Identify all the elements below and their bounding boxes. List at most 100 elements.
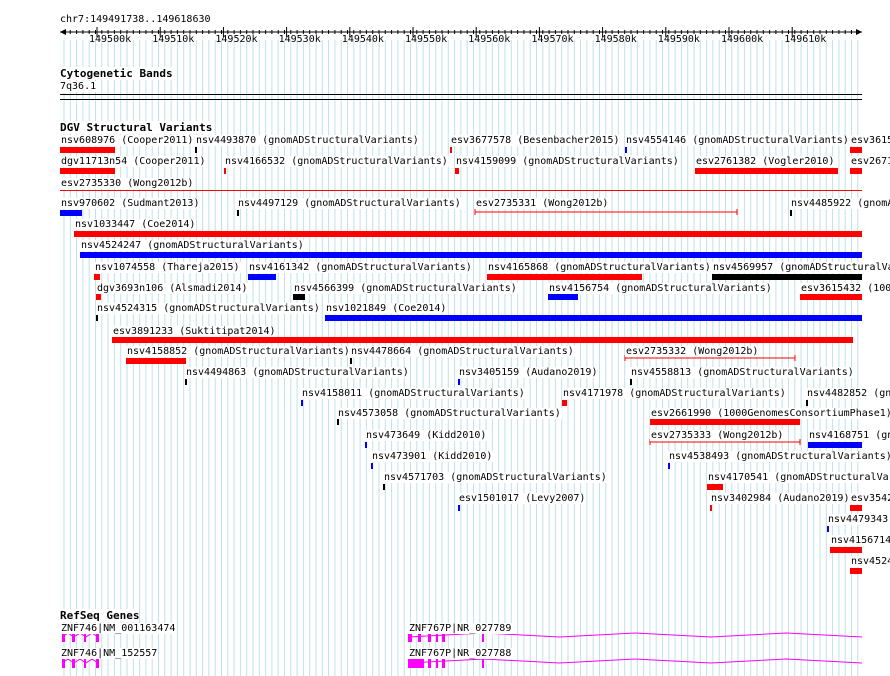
dgv-feature-bar[interactable] (185, 379, 187, 385)
dgv-feature-bar[interactable] (806, 400, 808, 406)
dgv-feature-bar[interactable] (850, 505, 862, 511)
dgv-feature-bar[interactable] (695, 168, 838, 174)
dgv-feature-label[interactable]: nsv3405159 (Audano2019) (458, 367, 599, 378)
dgv-feature-label[interactable]: dgv3693n106 (Alsmadi2014) (96, 283, 249, 294)
refseq-exon[interactable] (428, 659, 431, 668)
dgv-feature-label[interactable]: nsv608976 (Cooper2011) (60, 135, 195, 146)
dgv-feature-label[interactable]: nsv4479343 (827, 514, 890, 525)
refseq-exon[interactable] (436, 633, 438, 642)
dgv-feature-label[interactable]: nsv1033447 (Coe2014) (74, 219, 197, 230)
dgv-feature-label[interactable]: esv2735333 (Wong2012b) (650, 430, 785, 441)
refseq-exon[interactable] (84, 659, 86, 668)
dgv-feature-bar[interactable] (80, 252, 862, 258)
refseq-exon[interactable] (482, 659, 484, 668)
dgv-feature-bar[interactable] (548, 294, 578, 300)
dgv-feature-label[interactable]: esv2735331 (Wong2012b) (475, 198, 610, 209)
dgv-feature-bar[interactable] (94, 274, 100, 280)
dgv-feature-bar[interactable] (710, 505, 712, 511)
dgv-feature-label[interactable]: esv2735330 (Wong2012b) (60, 178, 195, 189)
dgv-feature-label[interactable]: nsv4165868 (gnomADStructuralVariants) (487, 262, 712, 273)
dgv-feature-label[interactable]: nsv4573058 (gnomADStructuralVariants) (337, 408, 562, 419)
dgv-feature-bar[interactable] (830, 547, 862, 553)
dgv-feature-label[interactable]: nsv4168751 (gn (808, 430, 890, 441)
dgv-feature-label[interactable]: esv2735332 (Wong2012b) (625, 346, 760, 357)
dgv-feature-label[interactable]: nsv4170541 (gnomADStructuralVar (707, 472, 890, 483)
dgv-feature-label[interactable]: nsv970602 (Sudmant2013) (60, 198, 201, 209)
refseq-exon[interactable] (482, 633, 484, 642)
dgv-feature-label[interactable]: esv3542 (850, 493, 890, 504)
dgv-feature-bar[interactable] (562, 400, 567, 406)
dgv-feature-bar[interactable] (487, 274, 642, 280)
dgv-feature-label[interactable]: esv3677578 (Besenbacher2015) (450, 135, 621, 146)
dgv-feature-label[interactable]: nsv4158011 (gnomADStructuralVariants) (301, 388, 526, 399)
dgv-feature-bar[interactable] (450, 147, 452, 153)
dgv-feature-bar[interactable] (625, 147, 627, 153)
dgv-feature-bar[interactable] (337, 419, 339, 425)
dgv-feature-label[interactable]: nsv3402984 (Audano2019) (710, 493, 851, 504)
refseq-transcript-label[interactable]: ZNF767P|NR_027788 (408, 648, 513, 659)
refseq-exon[interactable] (72, 633, 75, 642)
dgv-feature-bar[interactable] (60, 210, 82, 216)
dgv-feature-label[interactable]: nsv4569957 (gnomADStructuralVa (712, 262, 890, 273)
dgv-feature-label[interactable]: nsv4161342 (gnomADStructuralVariants) (248, 262, 473, 273)
dgv-feature-bar[interactable] (248, 274, 276, 280)
dgv-feature-label[interactable]: nsv4524 (850, 556, 890, 567)
refseq-exon[interactable] (428, 633, 431, 642)
dgv-feature-label[interactable]: nsv4554146 (gnomADStructuralVariants) (625, 135, 850, 146)
dgv-feature-label[interactable]: nsv4566399 (gnomADStructuralVariants) (293, 283, 518, 294)
dgv-feature-bar[interactable] (707, 484, 723, 490)
dgv-feature-label[interactable]: nsv4482852 (gnomA (806, 388, 890, 399)
dgv-feature-bar[interactable] (850, 147, 862, 153)
refseq-exon[interactable] (62, 633, 65, 642)
refseq-exon[interactable] (408, 659, 424, 668)
refseq-exon[interactable] (84, 633, 86, 642)
dgv-feature-label[interactable]: nsv4166532 (gnomADStructuralVariants) (224, 156, 449, 167)
dgv-feature-bar[interactable] (60, 190, 862, 191)
dgv-feature-bar[interactable] (301, 400, 303, 406)
dgv-feature-label[interactable]: nsv473649 (Kidd2010) (365, 430, 488, 441)
dgv-feature-bar[interactable] (458, 379, 460, 385)
dgv-feature-label[interactable]: nsv1074558 (Thareja2015) (94, 262, 241, 273)
dgv-feature-label[interactable]: nsv4171978 (gnomADStructuralVariants) (562, 388, 787, 399)
dgv-feature-label[interactable]: nsv4156754 (gnomADStructuralVariants) (548, 283, 773, 294)
dgv-feature-bar[interactable] (630, 379, 632, 385)
dgv-feature-bar[interactable] (224, 168, 226, 174)
dgv-feature-bar[interactable] (96, 294, 101, 300)
dgv-feature-label[interactable]: nsv4524247 (gnomADStructuralVariants) (80, 240, 305, 251)
refseq-transcript-label[interactable]: ZNF767P|NR_027789 (408, 623, 513, 634)
refseq-exon[interactable] (408, 633, 412, 642)
refseq-exon[interactable] (62, 659, 65, 668)
dgv-feature-label[interactable]: nsv4478664 (gnomADStructuralVariants) (350, 346, 575, 357)
dgv-feature-label[interactable]: esv3891233 (Suktitipat2014) (112, 326, 277, 337)
dgv-feature-label[interactable]: nsv4156714 (830, 535, 890, 546)
dgv-feature-bar[interactable] (74, 231, 862, 237)
dgv-feature-bar[interactable] (455, 168, 459, 174)
dgv-feature-bar[interactable] (96, 315, 98, 321)
dgv-feature-label[interactable]: dgv11713n54 (Cooper2011) (60, 156, 207, 167)
dgv-feature-label[interactable]: esv3615432 (1000 (800, 283, 890, 294)
refseq-exon[interactable] (442, 659, 445, 668)
dgv-feature-label[interactable]: nsv4571703 (gnomADStructuralVariants) (383, 472, 608, 483)
dgv-feature-bar[interactable] (293, 294, 305, 300)
dgv-feature-label[interactable]: nsv4494863 (gnomADStructuralVariants) (185, 367, 410, 378)
dgv-feature-label[interactable]: nsv1021849 (Coe2014) (325, 303, 448, 314)
dgv-feature-bar[interactable] (350, 358, 352, 364)
dgv-feature-bar[interactable] (371, 463, 373, 469)
dgv-feature-label[interactable]: nsv4485922 (gnomA (790, 198, 890, 209)
dgv-feature-bar[interactable] (808, 442, 862, 448)
dgv-feature-label[interactable]: nsv4524315 (gnomADStructuralVariants) (96, 303, 321, 314)
dgv-feature-label[interactable]: esv2761382 (Vogler2010) (695, 156, 836, 167)
dgv-feature-label[interactable]: esv1501017 (Levy2007) (458, 493, 587, 504)
refseq-exon[interactable] (72, 659, 75, 668)
dgv-feature-bar[interactable] (668, 463, 670, 469)
dgv-feature-label[interactable]: nsv4493870 (gnomADStructuralVariants) (195, 135, 420, 146)
dgv-feature-bar[interactable] (458, 505, 460, 511)
refseq-transcript-label[interactable]: ZNF746|NM_152557 (60, 648, 159, 659)
dgv-feature-bar[interactable] (790, 210, 792, 216)
dgv-feature-label[interactable]: nsv4558813 (gnomADStructuralVariants) (630, 367, 855, 378)
dgv-feature-bar[interactable] (195, 147, 197, 153)
refseq-exon[interactable] (418, 633, 421, 642)
dgv-feature-label[interactable]: nsv473901 (Kidd2010) (371, 451, 494, 462)
dgv-feature-bar[interactable] (712, 274, 862, 280)
dgv-feature-bar[interactable] (60, 168, 115, 174)
